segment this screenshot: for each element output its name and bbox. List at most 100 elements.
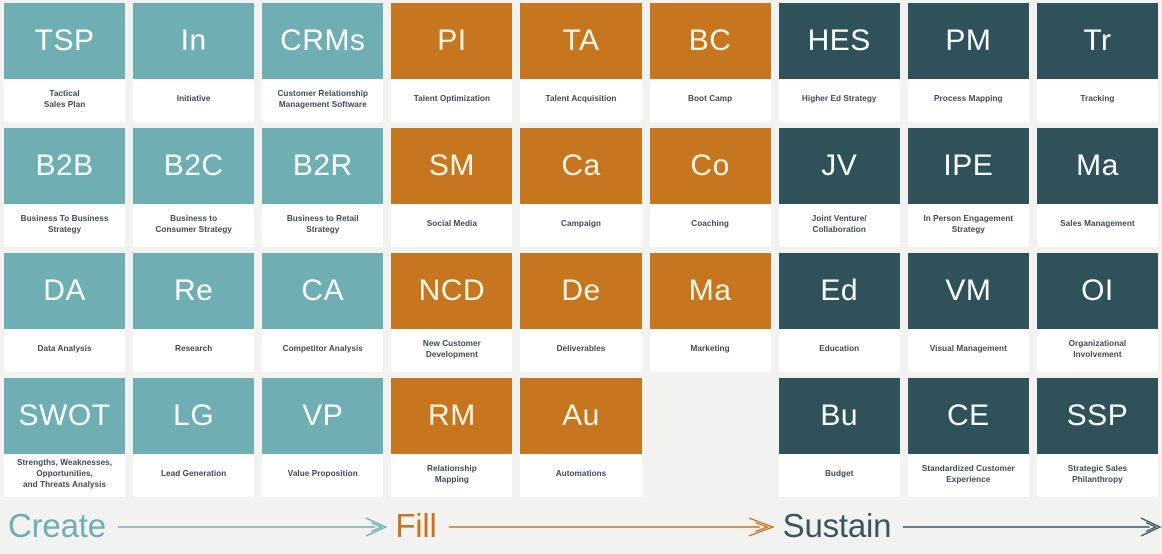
concept-card[interactable]: B2R Business to Retail Strategy — [262, 128, 384, 247]
concept-card[interactable]: In Initiative — [133, 3, 255, 122]
concept-card[interactable]: CA Competitor Analysis — [262, 253, 384, 372]
card-label-panel: Strengths, Weaknesses, Opportunities, an… — [4, 454, 126, 497]
card-abbreviation: Ca — [561, 149, 601, 182]
card-label: Research — [175, 344, 213, 354]
card-abbreviation: BC — [688, 24, 732, 57]
card-label-panel: Customer Relationship Management Softwar… — [262, 79, 384, 122]
card-grid: TSP Tactical Sales Plan In Initiative CRMs Cu… — [0, 0, 1162, 500]
card-label: Customer Relationship Management Softwar… — [277, 88, 369, 109]
concept-card[interactable]: JV Joint Venture/ Collaboration — [778, 128, 900, 247]
card-label-panel: Budget — [778, 454, 900, 497]
phase-create[interactable]: Create — [0, 500, 387, 554]
concept-card[interactable]: HES Higher Ed Strategy — [778, 3, 900, 122]
concept-card[interactable]: PI Talent Optimization — [391, 3, 513, 122]
concept-card[interactable]: Au Automations — [520, 378, 642, 497]
card-abbreviation: JV — [821, 149, 858, 182]
card-abbreviation-panel: Tr — [1036, 3, 1158, 79]
card-label: Social Media — [426, 219, 477, 229]
card-cell: Bu Budget — [775, 375, 904, 500]
card-label-panel: Coaching — [649, 204, 771, 247]
concept-card[interactable]: TA Talent Acquisition — [520, 3, 642, 122]
card-abbreviation: RM — [428, 399, 476, 432]
arrow-right-icon — [903, 515, 1162, 539]
card-abbreviation: Ma — [1076, 149, 1119, 182]
concept-card[interactable]: Tr Tracking — [1036, 3, 1158, 122]
card-cell: CRMs Customer Relationship Management Sof… — [258, 0, 387, 125]
card-abbreviation: CRMs — [280, 24, 366, 57]
concept-card[interactable]: SSP Strategic Sales Philanthropy — [1036, 378, 1158, 497]
phase-fill[interactable]: Fill — [387, 500, 774, 554]
card-abbreviation-panel: PI — [391, 3, 513, 79]
concept-card[interactable]: Bu Budget — [778, 378, 900, 497]
phase-label: Sustain — [782, 506, 892, 544]
concept-card[interactable]: SWOT Strengths, Weaknesses, Opportunities… — [4, 378, 126, 497]
concept-card[interactable]: DA Data Analysis — [4, 253, 126, 372]
card-label: Education — [819, 344, 860, 354]
concept-card[interactable]: De Deliverables — [520, 253, 642, 372]
card-abbreviation: B2C — [163, 149, 224, 182]
concept-card[interactable]: CE Standardized Customer Experience — [907, 378, 1029, 497]
concept-card[interactable]: TSP Tactical Sales Plan — [4, 3, 126, 122]
card-cell: Ed Education — [775, 250, 904, 375]
card-label: Data Analysis — [37, 344, 92, 354]
card-label: Visual Management — [929, 344, 1007, 354]
card-label-panel: Process Mapping — [907, 79, 1029, 122]
card-cell: IPE In Person Engagement Strategy — [904, 125, 1033, 250]
concept-card[interactable]: IPE In Person Engagement Strategy — [907, 128, 1029, 247]
concept-card[interactable]: LG Lead Generation — [133, 378, 255, 497]
card-label-panel: Standardized Customer Experience — [907, 454, 1029, 497]
card-cell — [646, 375, 775, 500]
concept-card[interactable]: PM Process Mapping — [907, 3, 1029, 122]
concept-card[interactable]: Ma Sales Management — [1036, 128, 1158, 247]
card-abbreviation: IPE — [943, 149, 994, 182]
concept-card[interactable]: Re Research — [133, 253, 255, 372]
concept-card[interactable]: BC Boot Camp — [649, 3, 771, 122]
card-abbreviation-panel: B2R — [262, 128, 384, 204]
concept-card[interactable]: Ca Campaign — [520, 128, 642, 247]
card-abbreviation-panel: DA — [4, 253, 126, 329]
card-abbreviation: OI — [1081, 274, 1114, 307]
card-abbreviation-panel: TA — [520, 3, 642, 79]
card-cell: Re Research — [129, 250, 258, 375]
card-label-panel: Joint Venture/ Collaboration — [778, 204, 900, 247]
card-abbreviation-panel: Ed — [778, 253, 900, 329]
card-abbreviation: PM — [945, 24, 992, 57]
card-abbreviation: VP — [302, 399, 344, 432]
concept-card[interactable]: B2B Business To Business Strategy — [4, 128, 126, 247]
card-label-panel: Initiative — [133, 79, 255, 122]
concept-card[interactable]: VM Visual Management — [907, 253, 1029, 372]
concept-card[interactable]: OI Organizational Involvement — [1036, 253, 1158, 372]
card-abbreviation: Ma — [688, 274, 732, 307]
card-abbreviation: Re — [173, 274, 214, 307]
card-cell: TSP Tactical Sales Plan — [0, 0, 129, 125]
card-label-panel: Lead Generation — [133, 454, 255, 497]
concept-card[interactable]: VP Value Proposition — [262, 378, 384, 497]
concept-card[interactable]: B2C Business to Consumer Strategy — [133, 128, 255, 247]
card-label-panel: Strategic Sales Philanthropy — [1036, 454, 1158, 497]
card-cell: BC Boot Camp — [646, 0, 775, 125]
phase-sustain[interactable]: Sustain — [775, 500, 1162, 554]
card-abbreviation: SWOT — [18, 399, 111, 432]
card-abbreviation-panel: NCD — [391, 253, 513, 329]
card-abbreviation: TA — [562, 24, 600, 57]
card-label: Strategic Sales Philanthropy — [1067, 463, 1128, 484]
concept-card[interactable]: Co Coaching — [649, 128, 771, 247]
card-cell: VP Value Proposition — [258, 375, 387, 500]
card-cell: De Deliverables — [516, 250, 645, 375]
card-cell: B2C Business to Consumer Strategy — [129, 125, 258, 250]
concept-card[interactable]: NCD New Customer Development — [391, 253, 513, 372]
card-label-panel: Business to Retail Strategy — [262, 204, 384, 247]
card-abbreviation-panel: OI — [1036, 253, 1158, 329]
concept-card[interactable]: Ma Marketing — [649, 253, 771, 372]
card-label-panel: Organizational Involvement — [1036, 329, 1158, 372]
card-label-panel: New Customer Development — [391, 329, 513, 372]
card-label-panel: Sales Management — [1036, 204, 1158, 247]
concept-card[interactable]: RM Relationship Mapping — [391, 378, 513, 497]
card-label: Process Mapping — [934, 94, 1003, 104]
empty-slot — [650, 378, 771, 497]
concept-card[interactable]: Ed Education — [778, 253, 900, 372]
concept-card[interactable]: SM Social Media — [391, 128, 513, 247]
card-cell: VM Visual Management — [904, 250, 1033, 375]
concept-card[interactable]: CRMs Customer Relationship Management Sof… — [262, 3, 384, 122]
card-abbreviation-panel: Ma — [1036, 128, 1158, 204]
